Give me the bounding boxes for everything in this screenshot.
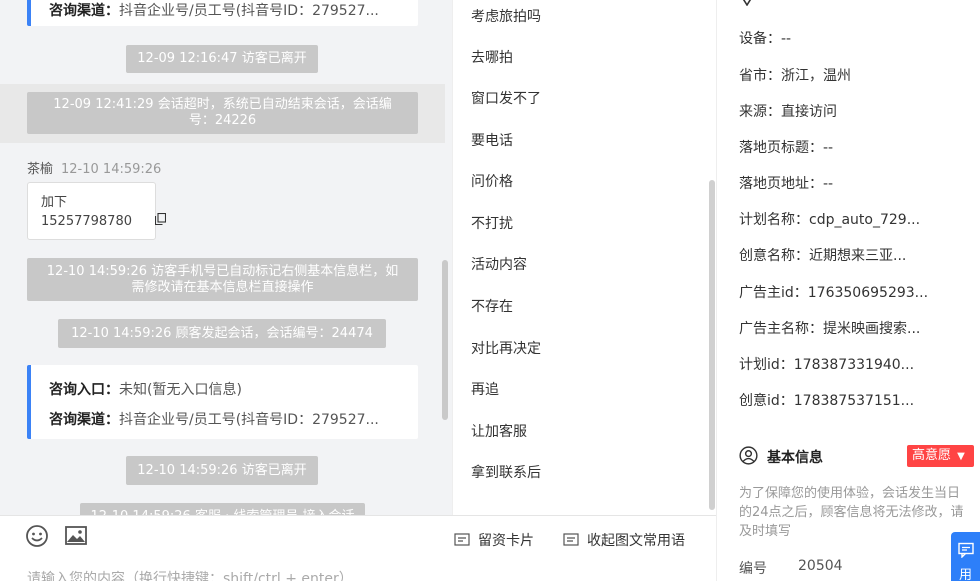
consult-channel-label: 咨询渠道：: [49, 412, 119, 428]
plan-id-field: 计划id：178387331940...: [739, 357, 915, 373]
consult-info-card: 咨询渠道：抖音企业号/员工号(抖音号ID：279527...: [27, 0, 418, 26]
consult-channel-label: 咨询渠道：: [49, 3, 119, 19]
consult-entry-value: 未知(暂无入口信息): [119, 382, 242, 398]
message-sender: 茶榆 12-10 14:59:26: [27, 158, 161, 177]
chat-icon: [958, 542, 974, 558]
input-divider: [0, 515, 716, 516]
plan-name-field: 计划名称：cdp_auto_729...: [739, 212, 921, 228]
lead-card-button[interactable]: 留资卡片: [454, 530, 534, 550]
quick-reply-list: 考虑旅拍吗 去哪拍 窗口发不了 要电话 问价格 不打扰 活动内容 不存在 对比再…: [452, 0, 716, 515]
consult-info-card: 咨询入口：未知(暂无入口信息) 咨询渠道：抖音企业号/员工号(抖音号ID：279…: [27, 365, 418, 439]
message-time: 12-10 14:59:26: [61, 162, 162, 177]
device-field: 设备：--: [739, 31, 792, 47]
quick-reply-item[interactable]: 问价格: [471, 171, 513, 191]
source-field: 来源：直接访问: [739, 104, 837, 120]
quick-reply-item[interactable]: 去哪拍: [471, 47, 513, 67]
chevron-down-icon: ▼: [957, 451, 965, 462]
quick-reply-item[interactable]: 不存在: [471, 296, 513, 316]
message-input[interactable]: 请输入您的内容（换行快捷键：shift/ctrl + enter）: [27, 568, 353, 581]
chat-workspace: 咨询渠道：抖音企业号/员工号(抖音号ID：279527... 12-09 12:…: [0, 0, 980, 581]
location-icon: [742, 0, 752, 6]
quick-reply-item[interactable]: 要电话: [471, 130, 513, 150]
message-icon: [563, 533, 579, 546]
quick-reply-item[interactable]: 窗口发不了: [471, 88, 541, 108]
message-bubble: 加下 15257798780: [27, 182, 166, 240]
floating-button-label: 用: [959, 568, 973, 581]
chat-message-list[interactable]: 咨询渠道：抖音企业号/员工号(抖音号ID：279527... 12-09 12:…: [0, 0, 452, 516]
system-message: 12-09 12:41:29 会话超时，系统已自动结束会话，会话编号：24226: [27, 92, 418, 134]
info-notice: 为了保障您的使用体验，会话发生当日的24点之后，顾客信息将无法修改，请及时填写: [739, 486, 964, 539]
consult-channel-value: 抖音企业号/员工号(抖音号ID：279527...: [119, 412, 379, 428]
landing-url-field: 落地页地址：--: [739, 176, 834, 192]
floating-service-button[interactable]: 用: [951, 532, 980, 581]
intent-dropdown[interactable]: 高意愿 ▼: [907, 445, 974, 467]
visitor-info-panel: 设备：-- 省市：浙江，温州 来源：直接访问 落地页标题：-- 落地页地址：--…: [716, 0, 980, 581]
intent-label: 高意愿: [912, 448, 952, 463]
sender-name: 茶榆: [27, 162, 54, 177]
image-icon[interactable]: [64, 524, 88, 548]
quick-reply-item[interactable]: 对比再决定: [471, 338, 541, 358]
message-text: 加下: [41, 195, 68, 210]
smile-icon[interactable]: [25, 524, 49, 548]
collect-phrases-label: 收起图文常用语: [587, 533, 685, 549]
consult-channel-row: 咨询渠道：抖音企业号/员工号(抖音号ID：279527...: [49, 409, 379, 429]
system-message: 12-10 14:59:26 访客已离开: [126, 456, 318, 485]
landing-title-field: 落地页标题：--: [739, 140, 834, 156]
person-icon: [739, 446, 758, 465]
advertiser-id-field: 广告主id：176350695293...: [739, 285, 929, 301]
creative-id-field: 创意id：178387537151...: [739, 393, 915, 409]
message-phone: 15257798780: [41, 214, 132, 229]
card-icon: [454, 533, 470, 546]
quick-reply-item[interactable]: 不打扰: [471, 213, 513, 233]
consult-entry-row: 咨询入口：未知(暂无入口信息): [49, 379, 242, 399]
consult-entry-label: 咨询入口：: [49, 382, 119, 398]
quick-reply-item[interactable]: 拿到联系后: [471, 462, 541, 482]
quick-reply-item[interactable]: 活动内容: [471, 254, 527, 274]
number-value: 20504: [798, 558, 843, 574]
collect-phrases-button[interactable]: 收起图文常用语: [563, 530, 685, 550]
province-field: 省市：浙江，温州: [739, 68, 851, 84]
quick-reply-item[interactable]: 再追: [471, 379, 499, 399]
creative-name-field: 创意名称：近期想来三亚...: [739, 248, 907, 264]
number-label: 编号: [739, 561, 767, 577]
system-message: 12-10 14:59:26 访客手机号已自动标记右侧基本信息栏，如需修改请在基…: [27, 258, 418, 301]
quick-reply-item[interactable]: 考虑旅拍吗: [471, 6, 541, 26]
system-message: 12-10 14:59:26 顾客发起会话，会话编号：24474: [58, 319, 386, 348]
copy-icon[interactable]: [155, 213, 166, 225]
quick-reply-item[interactable]: 让加客服: [471, 421, 527, 441]
advertiser-name-field: 广告主名称：提米映画搜索...: [739, 321, 921, 337]
lead-card-label: 留资卡片: [478, 533, 534, 549]
chat-scrollbar[interactable]: [442, 260, 448, 420]
consult-channel-value: 抖音企业号/员工号(抖音号ID：279527...: [119, 3, 379, 19]
basic-info-title: 基本信息: [767, 450, 823, 466]
consult-channel-row: 咨询渠道：抖音企业号/员工号(抖音号ID：279527...: [49, 0, 379, 20]
system-message: 12-09 12:16:47 访客已离开: [126, 45, 318, 73]
quick-reply-scrollbar[interactable]: [709, 180, 715, 510]
